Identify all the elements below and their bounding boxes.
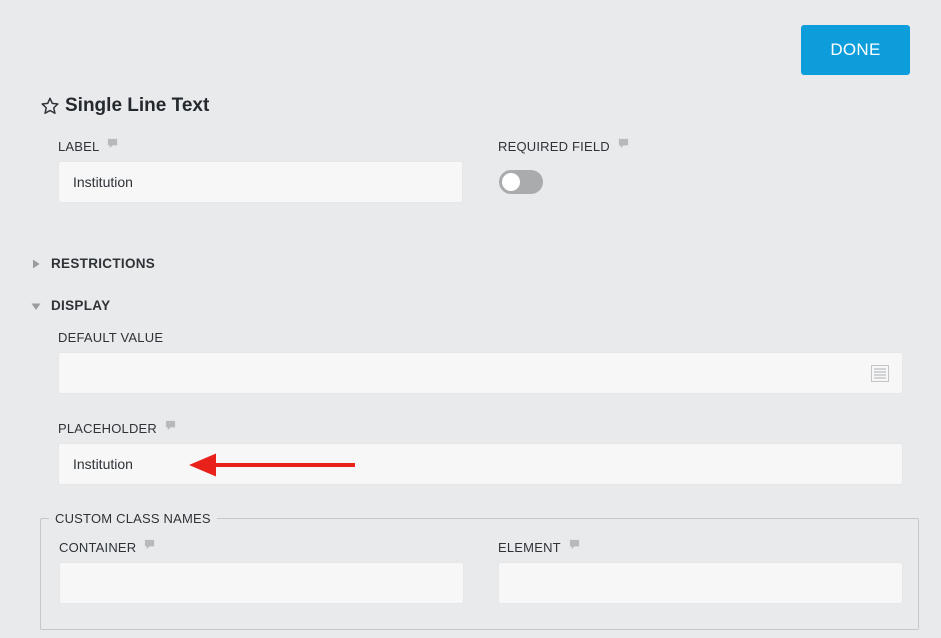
restrictions-section-label: RESTRICTIONS bbox=[51, 256, 156, 271]
caret-down-icon bbox=[31, 303, 41, 310]
container-label-text: CONTAINER bbox=[59, 540, 137, 555]
star-outline-icon[interactable] bbox=[40, 96, 60, 116]
custom-class-names-legend: CUSTOM CLASS NAMES bbox=[49, 511, 217, 526]
label-input[interactable]: Institution bbox=[58, 161, 463, 203]
display-section-label: DISPLAY bbox=[51, 298, 111, 313]
label-field-label: LABEL bbox=[58, 138, 118, 154]
default-value-label: DEFAULT VALUE bbox=[58, 330, 163, 345]
element-label-text: ELEMENT bbox=[498, 540, 561, 555]
list-icon[interactable] bbox=[871, 365, 889, 382]
required-field-label-text: REQUIRED FIELD bbox=[498, 139, 610, 154]
element-label: ELEMENT bbox=[498, 539, 580, 555]
comment-icon[interactable] bbox=[165, 420, 176, 431]
default-value-label-text: DEFAULT VALUE bbox=[58, 330, 164, 345]
placeholder-label: PLACEHOLDER bbox=[58, 420, 176, 436]
display-section-header[interactable]: DISPLAY bbox=[31, 298, 110, 313]
annotation-arrow-icon bbox=[189, 453, 355, 477]
comment-icon[interactable] bbox=[569, 539, 580, 550]
placeholder-label-text: PLACEHOLDER bbox=[58, 421, 158, 436]
required-field-toggle[interactable] bbox=[499, 170, 543, 194]
container-label: CONTAINER bbox=[59, 539, 155, 555]
element-input[interactable] bbox=[498, 562, 903, 604]
page-title: Single Line Text bbox=[65, 95, 210, 116]
caret-right-icon bbox=[33, 259, 40, 268]
toggle-knob bbox=[502, 173, 520, 191]
comment-icon[interactable] bbox=[107, 138, 118, 149]
container-input[interactable] bbox=[59, 562, 464, 604]
required-field-label: REQUIRED FIELD bbox=[498, 138, 629, 154]
label-field-label-text: LABEL bbox=[58, 139, 100, 154]
title-row: Single Line Text bbox=[40, 92, 209, 120]
default-value-input[interactable] bbox=[58, 352, 903, 394]
comment-icon[interactable] bbox=[144, 539, 155, 550]
done-button[interactable]: DONE bbox=[801, 25, 910, 75]
placeholder-input[interactable]: Institution bbox=[58, 443, 903, 485]
restrictions-section-header[interactable]: RESTRICTIONS bbox=[31, 256, 155, 271]
comment-icon[interactable] bbox=[618, 138, 629, 149]
